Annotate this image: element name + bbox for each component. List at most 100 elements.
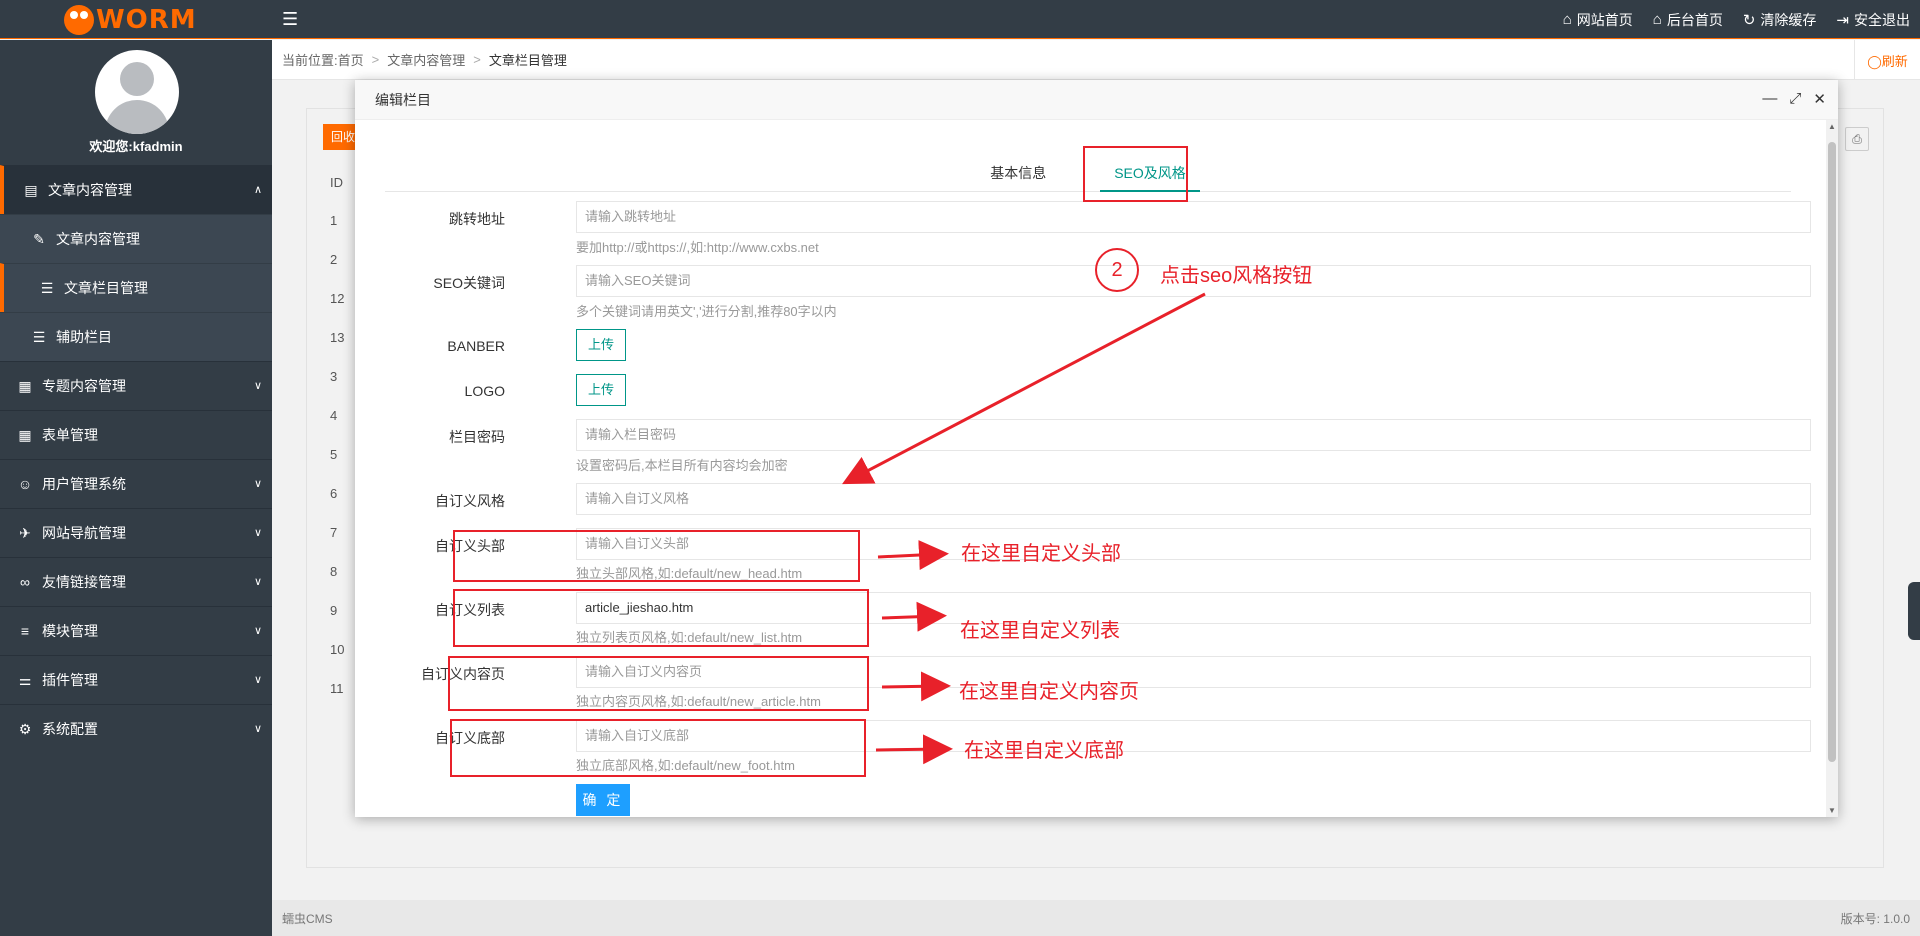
brand-name: WORM xyxy=(96,5,197,35)
sidebar-subitem-auxiliary-category[interactable]: ☰ 辅助栏目 xyxy=(0,312,272,361)
welcome-text: 欢迎您:kfadmin xyxy=(89,139,183,154)
sidebar-nav: ▤ 文章内容管理 ∧ ✎ 文章内容管理 ☰ 文章栏目管理 ☰ 辅助栏目 ▦ 专题… xyxy=(0,165,272,753)
scroll-up-icon[interactable]: ▲ xyxy=(1828,122,1836,131)
sidebar-item-modules[interactable]: ≡ 模块管理 ∨ xyxy=(0,606,272,655)
minimize-icon[interactable]: — xyxy=(1762,90,1777,108)
sliders-icon: ⚌ xyxy=(18,671,32,688)
sidebar-item-links[interactable]: ∞ 友情链接管理 ∨ xyxy=(0,557,272,606)
field-label: LOGO xyxy=(464,383,505,399)
field-label: 栏目密码 xyxy=(449,429,505,445)
upload-logo-button[interactable]: 上传 xyxy=(576,374,626,406)
custom-style-input[interactable]: 请输入自订义风格 xyxy=(576,483,1811,515)
dialog-header: 编辑栏目 — ⤢ ✕ xyxy=(355,80,1838,120)
chevron-down-icon: ∨ xyxy=(253,625,262,637)
side-drawer-handle[interactable] xyxy=(1908,582,1920,640)
sidebar-item-forms[interactable]: ▦ 表单管理 xyxy=(0,410,272,459)
annotation-box-seo-tab xyxy=(1083,146,1188,202)
menu-toggle-icon[interactable]: ☰ xyxy=(282,10,300,28)
field-label: 跳转地址 xyxy=(449,211,505,227)
breadcrumb-item[interactable]: 首页 xyxy=(338,50,364,69)
chevron-down-icon: ∨ xyxy=(253,380,262,392)
annotation-box-head xyxy=(453,530,860,582)
avatar[interactable] xyxy=(95,50,179,134)
sidebar-item-topic[interactable]: ▦ 专题内容管理 ∨ xyxy=(0,361,272,410)
redirect-url-input[interactable]: 请输入跳转地址 xyxy=(576,201,1811,233)
sidebar-item-article-content[interactable]: ▤ 文章内容管理 ∧ xyxy=(0,165,272,214)
dialog-scrollbar[interactable]: ▲ ▼ xyxy=(1826,120,1838,817)
dialog-title: 编辑栏目 xyxy=(375,91,431,108)
close-icon[interactable]: ✕ xyxy=(1813,90,1826,108)
recycle-button[interactable]: 回收 xyxy=(323,124,359,150)
chevron-down-icon: ∨ xyxy=(253,674,262,686)
users-icon: ☺ xyxy=(17,476,33,492)
menu-icon: ≡ xyxy=(20,623,30,639)
document-icon: ▤ xyxy=(24,181,38,198)
sidebar: 欢迎您:kfadmin ▤ 文章内容管理 ∧ ✎ 文章内容管理 ☰ 文章栏目管理… xyxy=(0,40,272,936)
confirm-button[interactable]: 确 定 xyxy=(576,784,630,816)
breadcrumb-separator: > xyxy=(473,52,481,67)
field-hint: 设置密码后,本栏目所有内容均会加密 xyxy=(576,458,788,473)
home-icon: ⌂ xyxy=(1562,11,1572,28)
annotation-step-text: 点击seo风格按钮 xyxy=(1160,265,1313,287)
annotation-box-list xyxy=(453,589,869,647)
annotation-box-foot xyxy=(450,719,866,777)
category-password-input[interactable]: 请输入栏目密码 xyxy=(576,419,1811,451)
chevron-down-icon: ∨ xyxy=(253,527,262,539)
tab-basic-info[interactable]: 基本信息 xyxy=(976,154,1060,192)
logout-link[interactable]: ⇥ 安全退出 xyxy=(1836,10,1910,30)
sidebar-item-users[interactable]: ☺ 用户管理系统 ∨ xyxy=(0,459,272,508)
topic-icon: ▦ xyxy=(18,377,32,394)
chevron-down-icon: ∨ xyxy=(253,478,262,490)
gear-icon: ⚙ xyxy=(18,720,32,737)
print-icon[interactable]: ⎙ xyxy=(1845,127,1869,151)
annotation-note-foot: 在这里自定义底部 xyxy=(964,740,1124,762)
field-hint: 要加http://或https://,如:http://www.cxbs.net xyxy=(576,240,819,255)
refresh-cache-icon: ↻ xyxy=(1742,11,1756,29)
clear-cache-link[interactable]: ↻ 清除缓存 xyxy=(1743,10,1817,30)
logo[interactable]: WORM xyxy=(64,5,214,35)
list-icon: ☰ xyxy=(40,279,54,296)
scroll-down-icon[interactable]: ▼ xyxy=(1828,806,1836,815)
breadcrumb-item[interactable]: 文章内容管理 xyxy=(387,50,465,69)
breadcrumb-current: 文章栏目管理 xyxy=(488,53,567,68)
annotation-note-head: 在这里自定义头部 xyxy=(961,543,1121,565)
chevron-up-icon: ∧ xyxy=(253,184,262,196)
annotation-note-list: 在这里自定义列表 xyxy=(960,620,1120,642)
dialog-controls: — ⤢ ✕ xyxy=(1762,90,1826,108)
site-home-link[interactable]: ⌂ 网站首页 xyxy=(1563,10,1633,30)
breadcrumb-separator: > xyxy=(371,52,380,67)
top-links: ⌂ 网站首页 ⌂ 后台首页 ↻ 清除缓存 ⇥ 安全退出 xyxy=(1563,0,1910,39)
top-bar: WORM ☰ ⌂ 网站首页 ⌂ 后台首页 ↻ 清除缓存 ⇥ 安全退出 xyxy=(0,0,1920,39)
sidebar-item-system-config[interactable]: ⚙ 系统配置 ∨ xyxy=(0,704,272,753)
breadcrumb-prefix: 当前位置: xyxy=(282,53,338,68)
field-hint: 多个关键词请用英文','进行分割,推荐80字以内 xyxy=(576,304,837,319)
logout-icon: ⇥ xyxy=(1836,11,1849,29)
list-icon: ☰ xyxy=(32,328,46,345)
sidebar-subitem-article-content[interactable]: ✎ 文章内容管理 xyxy=(0,214,272,263)
maximize-icon[interactable]: ⤢ xyxy=(1789,90,1801,108)
upload-banner-button[interactable]: 上传 xyxy=(576,329,626,361)
logo-mascot-icon xyxy=(64,5,94,35)
edit-document-icon: ✎ xyxy=(33,230,45,247)
sidebar-subitem-article-category[interactable]: ☰ 文章栏目管理 xyxy=(0,263,272,312)
scrollbar-thumb[interactable] xyxy=(1828,142,1836,762)
field-label: BANBER xyxy=(447,338,505,354)
sidebar-item-plugins[interactable]: ⚌ 插件管理 ∨ xyxy=(0,655,272,704)
admin-home-icon: ⌂ xyxy=(1652,11,1662,28)
footer-brand: 蠕虫CMS xyxy=(282,911,333,926)
grid-icon: ▦ xyxy=(18,426,32,443)
chevron-down-icon: ∨ xyxy=(253,723,262,735)
field-label: 自订义风格 xyxy=(435,493,505,509)
annotation-step-number: 2 xyxy=(1095,248,1139,292)
footer: 蠕虫CMS 版本号: 1.0.0 xyxy=(272,900,1920,936)
sidebar-item-navigation[interactable]: ✈ 网站导航管理 ∨ xyxy=(0,508,272,557)
annotation-box-content xyxy=(448,656,869,711)
link-icon: ∞ xyxy=(20,574,30,590)
refresh-button[interactable]: ◯刷新 xyxy=(1854,40,1920,80)
chevron-down-icon: ∨ xyxy=(253,576,262,588)
annotation-note-content: 在这里自定义内容页 xyxy=(959,681,1139,703)
navigation-icon: ✈ xyxy=(19,524,31,541)
admin-home-link[interactable]: ⌂ 后台首页 xyxy=(1653,10,1723,30)
field-label: SEO关键词 xyxy=(433,275,505,291)
breadcrumb: 当前位置: 首页 > 文章内容管理 > 文章栏目管理 ◯刷新 xyxy=(272,40,1920,80)
